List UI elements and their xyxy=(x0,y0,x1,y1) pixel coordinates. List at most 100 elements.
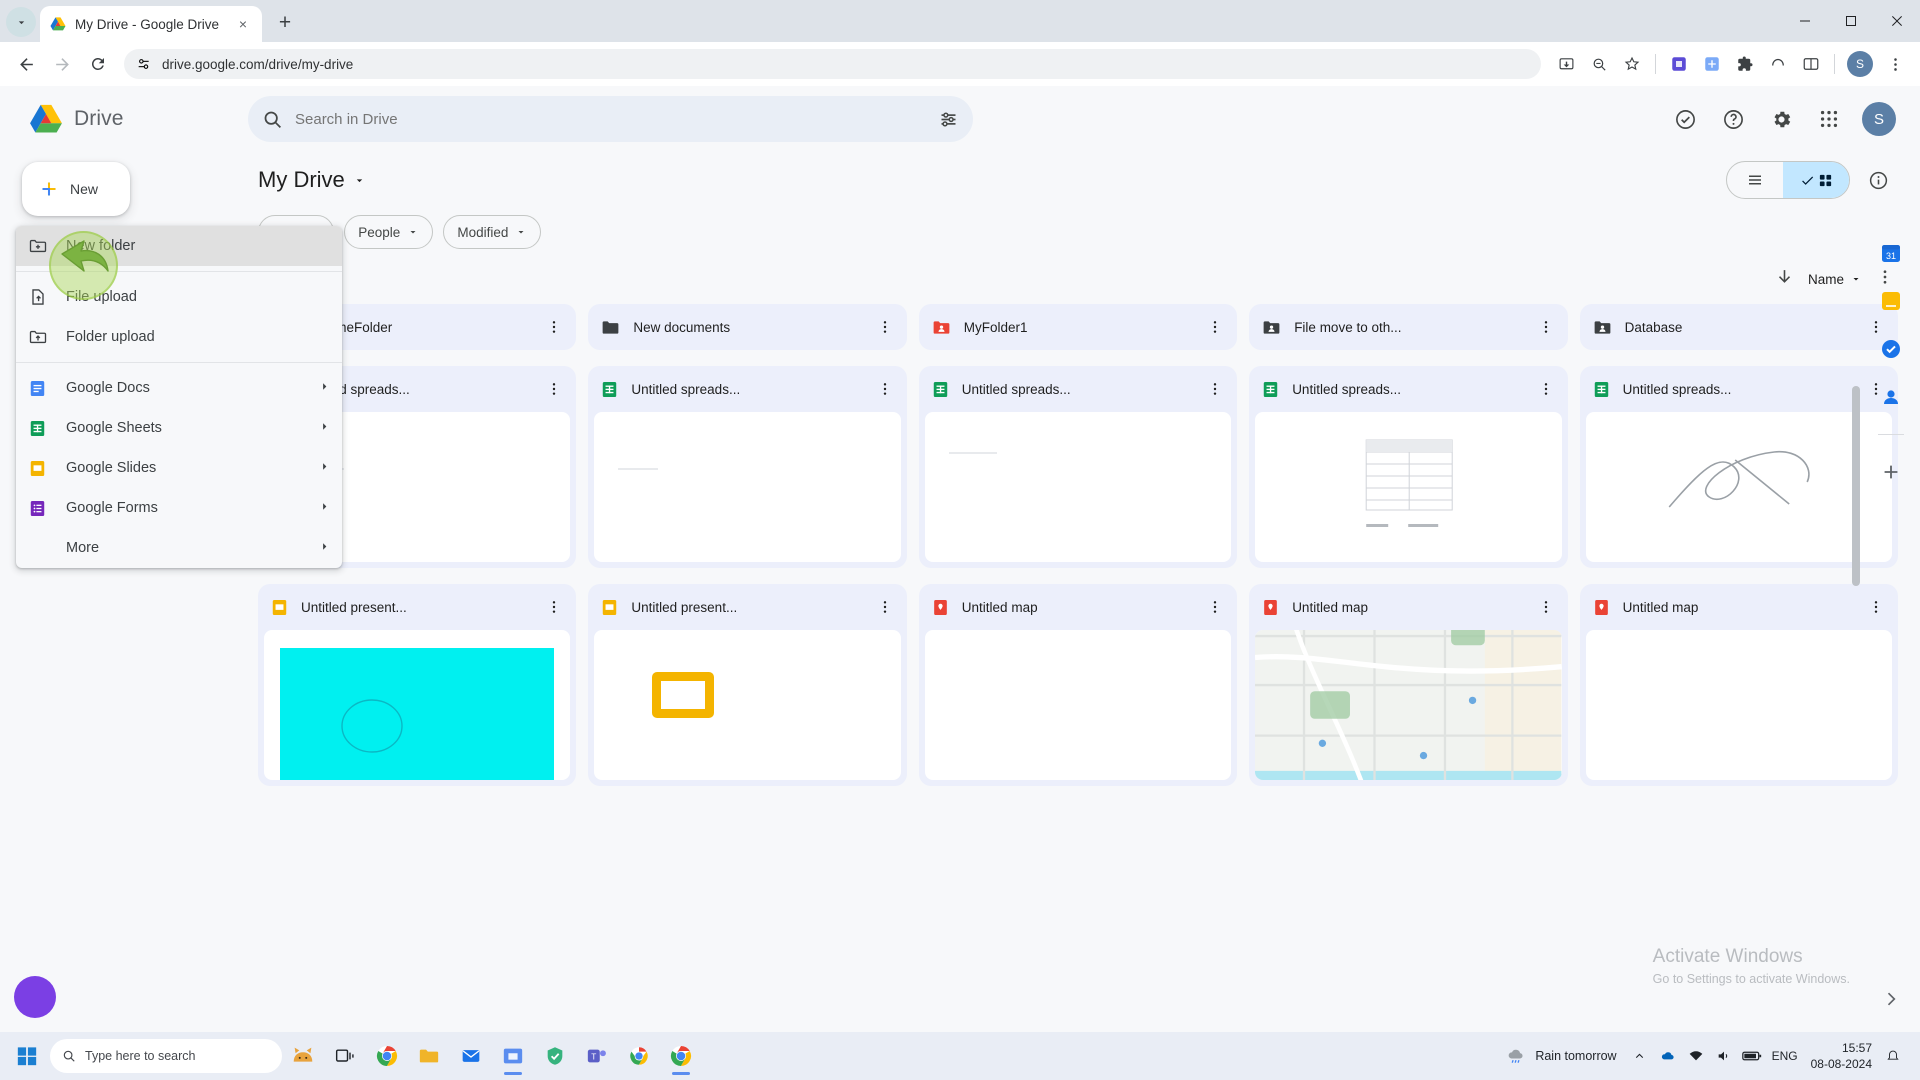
menu-item-google-docs[interactable]: Google Docs xyxy=(16,368,342,408)
taskbar-search-box[interactable]: Type here to search xyxy=(50,1039,282,1073)
bookmark-star-icon[interactable] xyxy=(1617,49,1647,79)
tray-volume-icon[interactable] xyxy=(1711,1041,1737,1071)
taskbar-store-icon[interactable] xyxy=(492,1035,534,1077)
file-card[interactable]: Untitled spreads... xyxy=(588,366,907,568)
zoom-icon[interactable] xyxy=(1584,49,1614,79)
forward-button[interactable] xyxy=(46,48,78,80)
close-button[interactable] xyxy=(1874,0,1920,42)
file-kebab-icon[interactable] xyxy=(1536,381,1556,397)
file-kebab-icon[interactable] xyxy=(1205,381,1225,397)
help-icon[interactable] xyxy=(1712,98,1754,140)
back-button[interactable] xyxy=(10,48,42,80)
file-kebab-icon[interactable] xyxy=(875,381,895,397)
add-apps-icon[interactable] xyxy=(1876,457,1906,487)
drive-logo[interactable]: Drive xyxy=(14,102,248,136)
list-view-button[interactable] xyxy=(1727,162,1783,198)
menu-item-google-slides[interactable]: Google Slides xyxy=(16,448,342,488)
start-button[interactable] xyxy=(6,1035,48,1077)
file-card[interactable]: Untitled spreads... xyxy=(1249,366,1568,568)
new-tab-button[interactable]: + xyxy=(270,8,300,38)
folder-card[interactable]: New documents xyxy=(588,304,907,350)
file-card[interactable]: Untitled spreads... xyxy=(918,366,1238,568)
file-kebab-icon[interactable] xyxy=(1205,599,1225,615)
folder-card[interactable]: File move to oth... xyxy=(1249,304,1568,350)
file-card[interactable]: Untitled map xyxy=(1249,584,1568,786)
minimize-button[interactable] xyxy=(1782,0,1828,42)
vertical-scrollbar[interactable] xyxy=(1852,386,1860,586)
taskbar-teams-icon[interactable]: T xyxy=(576,1035,618,1077)
taskbar-security-icon[interactable] xyxy=(534,1035,576,1077)
tray-battery-icon[interactable] xyxy=(1739,1041,1765,1071)
extension-blue-icon[interactable] xyxy=(1697,49,1727,79)
expand-panel-icon[interactable] xyxy=(1876,984,1906,1014)
file-kebab-icon[interactable] xyxy=(544,381,564,397)
folder-card[interactable]: MyFolder1 xyxy=(918,304,1238,350)
tasks-icon[interactable] xyxy=(1876,334,1906,364)
taskbar-taskview-icon[interactable] xyxy=(324,1035,366,1077)
sort-direction-icon[interactable] xyxy=(1775,267,1794,291)
folder-kebab-icon[interactable] xyxy=(875,319,895,335)
browser-profile-avatar[interactable]: S xyxy=(1847,51,1873,77)
filter-chip-people[interactable]: People xyxy=(344,215,434,249)
extension-purple-icon[interactable] xyxy=(1664,49,1694,79)
filter-chip-modified[interactable]: Modified xyxy=(443,215,542,249)
taskbar-meet-icon[interactable] xyxy=(618,1035,660,1077)
file-card[interactable]: Untitled present... xyxy=(588,584,907,786)
reload-button[interactable] xyxy=(82,48,114,80)
tray-onedrive-icon[interactable] xyxy=(1655,1041,1681,1071)
search-bar[interactable] xyxy=(248,96,973,142)
new-button[interactable]: New xyxy=(22,162,130,216)
taskbar-explorer-icon[interactable] xyxy=(408,1035,450,1077)
menu-item-google-forms[interactable]: Google Forms xyxy=(16,488,342,528)
tab-search-caret-icon[interactable] xyxy=(6,7,36,37)
split-screen-icon[interactable] xyxy=(1796,49,1826,79)
tray-language[interactable]: ENG xyxy=(1767,1049,1803,1063)
chrome-menu-icon[interactable] xyxy=(1880,49,1910,79)
grid-view-button[interactable] xyxy=(1783,162,1849,198)
menu-item-google-sheets[interactable]: Google Sheets xyxy=(16,408,342,448)
taskbar-clock[interactable]: 15:57 08-08-2024 xyxy=(1805,1040,1878,1072)
media-control-icon[interactable] xyxy=(1763,49,1793,79)
taskbar-chrome-active-icon[interactable] xyxy=(660,1035,702,1077)
tab-close-icon[interactable]: × xyxy=(234,15,252,33)
file-card[interactable]: Untitled spreads... xyxy=(1579,366,1898,568)
menu-item-more[interactable]: More xyxy=(16,528,342,568)
file-kebab-icon[interactable] xyxy=(875,599,895,615)
pending-tasks-icon[interactable] xyxy=(1664,98,1706,140)
file-kebab-icon[interactable] xyxy=(1536,599,1556,615)
install-app-icon[interactable] xyxy=(1551,49,1581,79)
file-kebab-icon[interactable] xyxy=(544,599,564,615)
search-input[interactable] xyxy=(295,110,926,128)
folder-card[interactable]: Database xyxy=(1579,304,1898,350)
contacts-icon[interactable] xyxy=(1876,382,1906,412)
search-options-icon[interactable] xyxy=(938,109,959,130)
file-card[interactable]: Untitled present... xyxy=(258,584,577,786)
address-bar[interactable]: drive.google.com/drive/my-drive xyxy=(124,49,1541,79)
floating-action-bubble[interactable] xyxy=(14,976,56,1018)
site-settings-icon[interactable] xyxy=(136,56,152,72)
account-avatar[interactable]: S xyxy=(1862,102,1896,136)
tray-expand-icon[interactable] xyxy=(1627,1041,1653,1071)
calendar-icon[interactable]: 31 xyxy=(1876,238,1906,268)
file-card[interactable]: Untitled map xyxy=(1579,584,1898,786)
weather-widget[interactable]: Rain tomorrow xyxy=(1496,1046,1624,1066)
sort-name-button[interactable]: Name xyxy=(1808,272,1862,287)
file-card[interactable]: Untitled map xyxy=(918,584,1238,786)
folder-kebab-icon[interactable] xyxy=(544,319,564,335)
maximize-button[interactable] xyxy=(1828,0,1874,42)
settings-gear-icon[interactable] xyxy=(1760,98,1802,140)
breadcrumb[interactable]: My Drive xyxy=(258,167,366,193)
browser-tab[interactable]: My Drive - Google Drive × xyxy=(40,6,262,42)
taskbar-chrome-icon[interactable] xyxy=(366,1035,408,1077)
tray-network-icon[interactable] xyxy=(1683,1041,1709,1071)
notifications-icon[interactable] xyxy=(1880,1041,1906,1071)
keep-icon[interactable] xyxy=(1876,286,1906,316)
taskbar-cat-icon[interactable] xyxy=(282,1035,324,1077)
folder-kebab-icon[interactable] xyxy=(1205,319,1225,335)
folder-kebab-icon[interactable] xyxy=(1536,319,1556,335)
google-apps-icon[interactable] xyxy=(1808,98,1850,140)
chevron-down-icon[interactable] xyxy=(353,174,366,187)
menu-item-folder-upload[interactable]: Folder upload xyxy=(16,317,342,357)
taskbar-mail-icon[interactable] xyxy=(450,1035,492,1077)
extensions-puzzle-icon[interactable] xyxy=(1730,49,1760,79)
